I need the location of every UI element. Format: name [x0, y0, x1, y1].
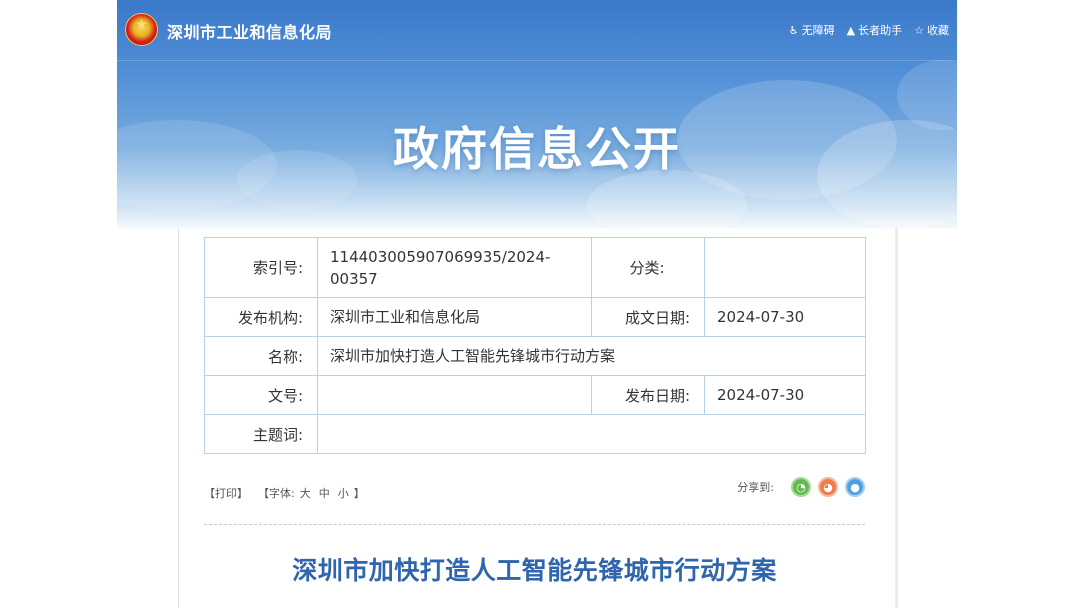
site-name[interactable]: 深圳市工业和信息化局: [167, 19, 332, 43]
header-divider: [117, 60, 957, 61]
doc-no-value: [317, 375, 592, 415]
weibo-share-button[interactable]: ◕: [818, 477, 838, 497]
elder-assist-link[interactable]: ▲ 长者助手: [847, 22, 902, 38]
star-icon: ☆: [914, 23, 924, 37]
document-metadata-table: 索引号: 114403005907069935/2024- 00357 分类: 发…: [204, 237, 866, 454]
weibo-icon: ◕: [823, 480, 833, 494]
elder-assist-icon: ▲: [846, 23, 856, 37]
share-label: 分享到:: [737, 481, 774, 494]
keywords-label: 主题词:: [204, 414, 318, 454]
font-medium-button[interactable]: 中: [319, 485, 330, 501]
index-no-label: 索引号:: [204, 237, 318, 298]
font-small-button[interactable]: 小: [338, 485, 349, 501]
name-value: 深圳市加快打造人工智能先锋城市行动方案: [317, 336, 866, 376]
keywords-value: [317, 414, 866, 454]
name-label: 名称:: [204, 336, 318, 376]
banner-title: 政府信息公开: [393, 122, 681, 176]
content-panel-border: [895, 228, 898, 608]
wechat-icon: ◔: [796, 480, 806, 494]
category-label: 分类:: [591, 237, 705, 298]
publisher-value: 深圳市工业和信息化局: [317, 297, 592, 337]
table-row: 名称: 深圳市加快打造人工智能先锋城市行动方案: [204, 336, 866, 376]
qq-icon: ●: [850, 480, 860, 494]
index-no-value: 114403005907069935/2024- 00357: [317, 237, 592, 298]
document-title: 深圳市加快打造人工智能先锋城市行动方案: [292, 556, 777, 585]
table-row: 文号: 发布日期: 2024-07-30: [204, 375, 866, 415]
publish-date-label: 发布日期:: [591, 375, 705, 415]
table-row: 发布机构: 深圳市工业和信息化局 成文日期: 2024-07-30: [204, 297, 866, 337]
print-button[interactable]: 【打印】: [204, 485, 248, 501]
font-large-button[interactable]: 大: [300, 485, 311, 501]
elder-assist-label: 长者助手: [858, 24, 903, 37]
written-date-value: 2024-07-30: [704, 297, 866, 337]
header-banner: 深圳市工业和信息化局 ♿ 无障碍 ▲ 长者助手 ☆ 收藏 政府信息公开: [117, 0, 957, 228]
written-date-label: 成文日期:: [591, 297, 705, 337]
accessibility-icon: ♿: [788, 23, 799, 37]
accessibility-link[interactable]: ♿ 无障碍: [789, 22, 835, 38]
content-panel-border: [178, 228, 179, 608]
table-row: 索引号: 114403005907069935/2024- 00357 分类:: [204, 237, 866, 298]
qq-share-button[interactable]: ●: [845, 477, 865, 497]
section-divider: [204, 524, 865, 525]
wechat-share-button[interactable]: ◔: [791, 477, 811, 497]
category-value: [704, 237, 866, 298]
doc-no-label: 文号:: [204, 375, 318, 415]
national-emblem-logo[interactable]: [125, 13, 158, 46]
article-tools: 【打印】 【字体: 大 中 小 】: [204, 485, 365, 501]
publisher-label: 发布机构:: [204, 297, 318, 337]
publish-date-value: 2024-07-30: [704, 375, 866, 415]
font-size-prefix: 【字体:: [258, 487, 295, 500]
bookmark-label: 收藏: [927, 24, 949, 37]
share-bar: 分享到: ◔ ◕ ●: [737, 477, 865, 497]
bookmark-link[interactable]: ☆ 收藏: [914, 22, 949, 38]
table-row: 主题词:: [204, 414, 866, 454]
article-toolbar: 【打印】 【字体: 大 中 小 】 分享到: ◔ ◕ ●: [204, 477, 865, 501]
accessibility-label: 无障碍: [801, 24, 835, 37]
font-size-suffix: 】: [353, 487, 365, 500]
header-tools: ♿ 无障碍 ▲ 长者助手 ☆ 收藏: [789, 22, 949, 38]
